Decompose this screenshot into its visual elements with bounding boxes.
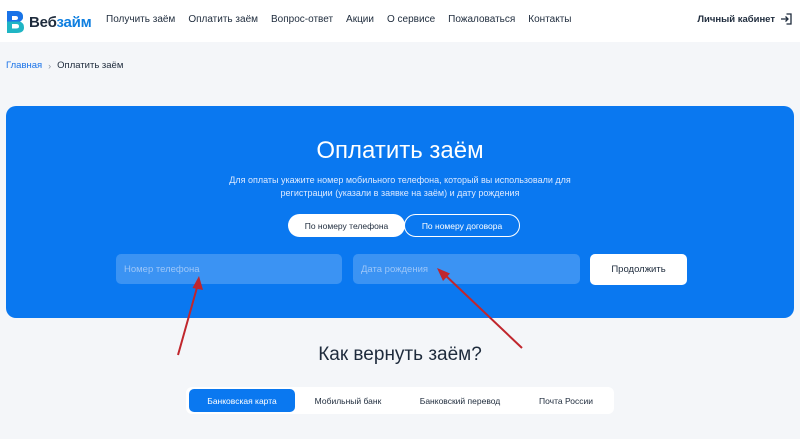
personal-cabinet-link[interactable]: Личный кабинет	[697, 13, 792, 25]
continue-button[interactable]: Продолжить	[590, 254, 687, 285]
nav-pay-loan[interactable]: Оплатить заём	[188, 14, 258, 25]
pay-loan-panel: Оплатить заём Для оплаты укажите номер м…	[6, 106, 794, 318]
tab-bank-transfer[interactable]: Банковский перевод	[402, 389, 518, 412]
nav-contacts[interactable]: Контакты	[528, 14, 571, 25]
phone-input[interactable]	[116, 254, 342, 284]
repay-method-tabs: Банковская карта Мобильный банк Банковск…	[186, 387, 614, 414]
brand-logo[interactable]: Вебзайм	[4, 9, 92, 35]
main-nav: Получить заём Оплатить заём Вопрос-ответ…	[106, 14, 584, 25]
pay-instructions: Для оплаты укажите номер мобильного теле…	[229, 175, 571, 198]
tab-by-phone[interactable]: По номеру телефона	[288, 214, 405, 237]
personal-cabinet-label: Личный кабинет	[697, 13, 775, 25]
tab-mobile-bank[interactable]: Мобильный банк	[298, 389, 398, 412]
login-icon	[781, 13, 792, 25]
birth-date-input[interactable]	[353, 254, 580, 284]
repay-section-title: Как вернуть заём?	[318, 344, 482, 365]
nav-about[interactable]: О сервисе	[387, 14, 435, 25]
site-header: Вебзайм Получить заём Оплатить заём Вопр…	[0, 0, 800, 42]
nav-promotions[interactable]: Акции	[346, 14, 374, 25]
breadcrumb-home[interactable]: Главная	[6, 60, 42, 71]
nav-get-loan[interactable]: Получить заём	[106, 14, 175, 25]
nav-faq[interactable]: Вопрос-ответ	[271, 14, 333, 25]
tab-russian-post[interactable]: Почта России	[520, 389, 612, 412]
breadcrumb: Главная › Оплатить заём	[6, 60, 123, 71]
tab-bank-card[interactable]: Банковская карта	[189, 389, 295, 412]
brand-logo-icon	[7, 11, 24, 33]
nav-complaint[interactable]: Пожаловаться	[448, 14, 515, 25]
breadcrumb-separator-icon: ›	[48, 60, 52, 71]
page-title: Оплатить заём	[316, 137, 484, 164]
tab-by-contract[interactable]: По номеру договора	[404, 214, 520, 237]
breadcrumb-current: Оплатить заём	[57, 60, 124, 71]
brand-name: Вебзайм	[29, 13, 92, 31]
